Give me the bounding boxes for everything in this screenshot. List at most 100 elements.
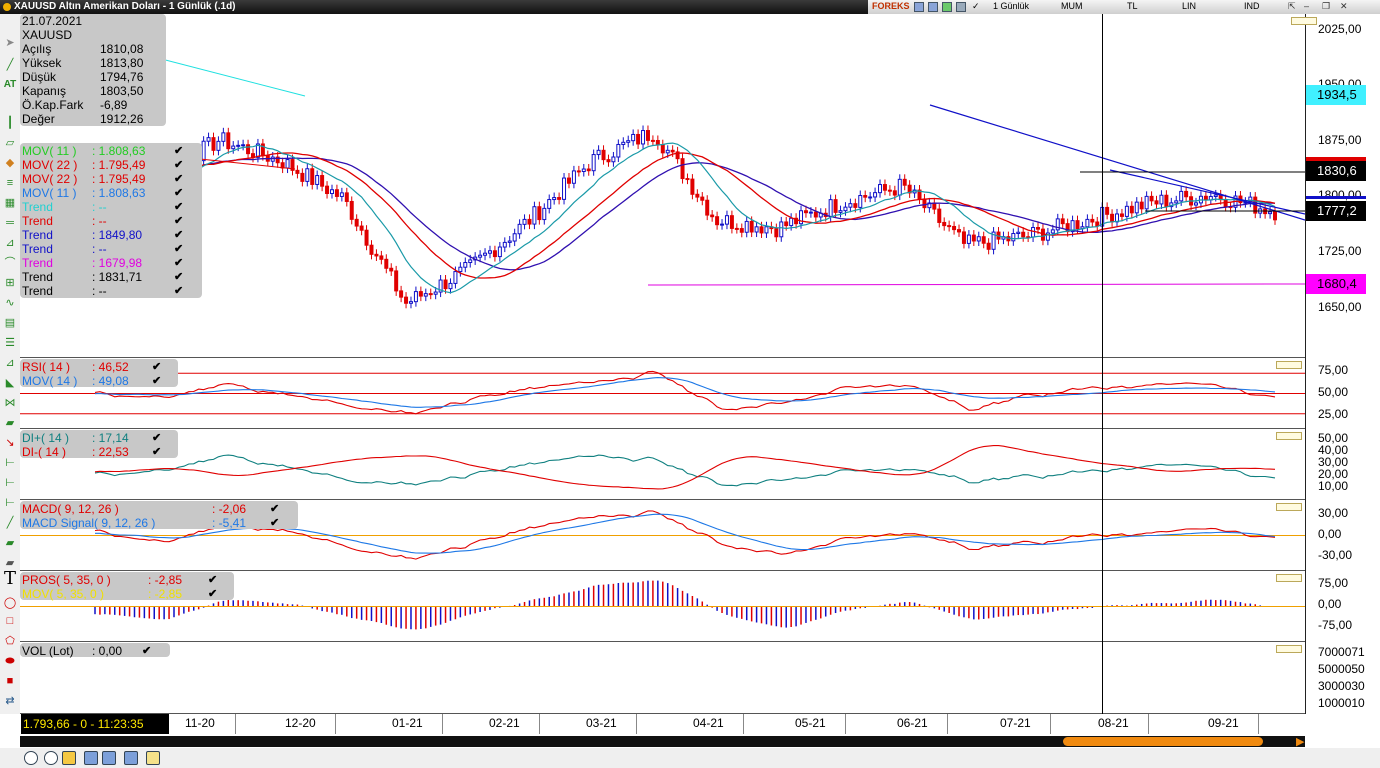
visible-check-icon[interactable]: ✔ xyxy=(208,573,217,587)
indicator-name[interactable]: Trend xyxy=(22,228,53,242)
minimize-icon[interactable]: – xyxy=(1304,1,1309,11)
legend-name[interactable]: MACD( 9, 12, 26 ) xyxy=(22,502,119,516)
visible-check-icon[interactable]: ✔ xyxy=(174,200,183,214)
search-doc-icon[interactable] xyxy=(102,751,116,765)
visible-check-icon[interactable]: ✔ xyxy=(174,270,183,284)
horizontal-scrollbar[interactable]: ▶ xyxy=(20,735,1305,748)
gann-icon[interactable]: ⊞ xyxy=(3,276,17,290)
legend-name[interactable]: DI-( 14 ) xyxy=(22,445,66,459)
ellipse-icon[interactable]: ◯ xyxy=(3,596,17,610)
text-tool-icon[interactable]: T xyxy=(3,570,17,588)
fib-icon[interactable]: ≡ xyxy=(3,176,17,190)
visible-check-icon[interactable]: ✔ xyxy=(142,644,151,658)
visible-check-icon[interactable]: ✔ xyxy=(174,228,183,242)
line-tool-icon[interactable]: ╱ xyxy=(3,58,17,72)
channel-icon[interactable]: ▱ xyxy=(3,136,17,150)
visible-check-icon[interactable]: ✔ xyxy=(152,445,161,459)
pin-icon[interactable]: ⇱ xyxy=(1288,1,1296,12)
scroll-thumb[interactable] xyxy=(1063,737,1263,746)
cursor-icon[interactable]: ➤ xyxy=(3,36,17,50)
volume-panel[interactable] xyxy=(20,642,1305,714)
visible-check-icon[interactable]: ✔ xyxy=(174,144,183,158)
visible-check-icon[interactable]: ✔ xyxy=(174,172,183,186)
period-2[interactable]: MUM xyxy=(1061,1,1083,11)
vline-icon[interactable]: ┃ xyxy=(3,116,17,130)
vol-options[interactable] xyxy=(1276,645,1302,653)
indicator-name[interactable]: Trend xyxy=(22,270,53,284)
visible-check-icon[interactable]: ✔ xyxy=(152,360,161,374)
triangle-icon[interactable]: ◣ xyxy=(3,376,17,390)
database-icon[interactable] xyxy=(124,751,138,765)
indicator-name[interactable]: MOV( 22 ) xyxy=(22,158,77,172)
arrow-icon[interactable]: ↘ xyxy=(3,436,17,450)
close-icon[interactable]: ✕ xyxy=(1340,1,1348,12)
visible-check-icon[interactable]: ✔ xyxy=(174,186,183,200)
indicator-name[interactable]: Trend xyxy=(22,284,53,298)
visible-check-icon[interactable]: ✔ xyxy=(174,242,183,256)
pencil-icon[interactable] xyxy=(942,2,952,12)
folder-icon[interactable] xyxy=(62,751,76,765)
legend-name[interactable]: PROS( 5, 35, 0 ) xyxy=(22,573,111,587)
wave-icon[interactable]: ∿ xyxy=(3,296,17,310)
indicator-name[interactable]: Trend xyxy=(22,214,53,228)
circle-fill-icon[interactable]: ⬬ xyxy=(3,654,17,668)
indicator-name[interactable]: MOV( 11 ) xyxy=(22,186,76,200)
crosshair-icon[interactable] xyxy=(956,2,966,12)
g-icon[interactable]: ⊿ xyxy=(3,356,17,370)
legend-name[interactable]: MOV( 5, 35, 0 ) xyxy=(22,587,104,601)
period-3[interactable]: TL xyxy=(1127,1,1138,11)
visible-check-icon[interactable]: ✔ xyxy=(174,284,183,298)
period-4[interactable]: LIN xyxy=(1182,1,1196,11)
fan-icon[interactable]: ⊿ xyxy=(3,236,17,250)
visible-check-icon[interactable]: ✔ xyxy=(152,431,161,445)
visible-check-icon[interactable]: ✔ xyxy=(270,502,279,516)
indicator-name[interactable]: Trend xyxy=(22,200,53,214)
visible-check-icon[interactable]: ✔ xyxy=(174,214,183,228)
refresh-icon[interactable]: ⇄ xyxy=(3,694,17,708)
polygon-icon[interactable]: ⬠ xyxy=(3,634,17,648)
period-1[interactable]: 1 Günlük xyxy=(993,1,1029,11)
zoom-in-icon[interactable] xyxy=(24,751,38,765)
legend-name[interactable]: MOV( 14 ) xyxy=(22,374,77,388)
restore-icon[interactable]: ❐ xyxy=(1322,1,1330,12)
grid-icon[interactable] xyxy=(928,2,938,12)
rectangle-icon[interactable]: □ xyxy=(3,614,17,628)
grid-tool-icon[interactable]: ▦ xyxy=(3,196,17,210)
hline3-icon[interactable]: ⊢ xyxy=(3,476,17,490)
pen-icon[interactable]: ╱ xyxy=(3,516,17,530)
rect-tool-icon[interactable]: ▤ xyxy=(3,316,17,330)
zoom-out-icon[interactable] xyxy=(44,751,58,765)
visible-check-icon[interactable]: ✔ xyxy=(174,158,183,172)
square-fill-icon[interactable]: ■ xyxy=(3,674,17,688)
dmi-chart[interactable] xyxy=(20,429,1305,500)
visible-check-icon[interactable]: ✔ xyxy=(174,256,183,270)
hline4-icon[interactable]: ⊢ xyxy=(3,496,17,510)
table-icon[interactable] xyxy=(914,2,924,12)
check-icon[interactable]: ✓ xyxy=(972,1,980,12)
indicator-name[interactable]: Trend xyxy=(22,242,53,256)
legend-name[interactable]: VOL (Lot) xyxy=(22,644,74,658)
pitch-icon[interactable]: ⋈ xyxy=(3,396,17,410)
hline2-icon[interactable]: ⊢ xyxy=(3,456,17,470)
tag-icon[interactable]: ▰ xyxy=(3,536,17,550)
magic-icon[interactable] xyxy=(146,751,160,765)
rsi-chart[interactable] xyxy=(20,358,1305,429)
visible-check-icon[interactable]: ✔ xyxy=(208,587,217,601)
visible-check-icon[interactable]: ✔ xyxy=(152,374,161,388)
legend-name[interactable]: RSI( 14 ) xyxy=(22,360,70,374)
legend-name[interactable]: MACD Signal( 9, 12, 26 ) xyxy=(22,516,155,530)
at-icon[interactable]: AT xyxy=(3,78,17,92)
ruler-icon[interactable]: ▰ xyxy=(3,416,17,430)
indicator-name[interactable]: Trend xyxy=(22,256,53,270)
visible-check-icon[interactable]: ✔ xyxy=(270,516,279,530)
arc-icon[interactable]: ⌒ xyxy=(3,256,17,270)
legend-name[interactable]: DI+( 14 ) xyxy=(22,431,69,445)
hline-icon[interactable]: ═ xyxy=(3,216,17,230)
eraser-icon[interactable]: ◆ xyxy=(3,156,17,170)
list-icon[interactable]: ☰ xyxy=(3,336,17,350)
price-chart[interactable] xyxy=(20,14,1305,358)
print-icon[interactable] xyxy=(84,751,98,765)
indicator-name[interactable]: MOV( 11 ) xyxy=(22,144,76,158)
scroll-right-icon[interactable]: ▶ xyxy=(1296,735,1304,748)
indicator-name[interactable]: MOV( 22 ) xyxy=(22,172,77,186)
